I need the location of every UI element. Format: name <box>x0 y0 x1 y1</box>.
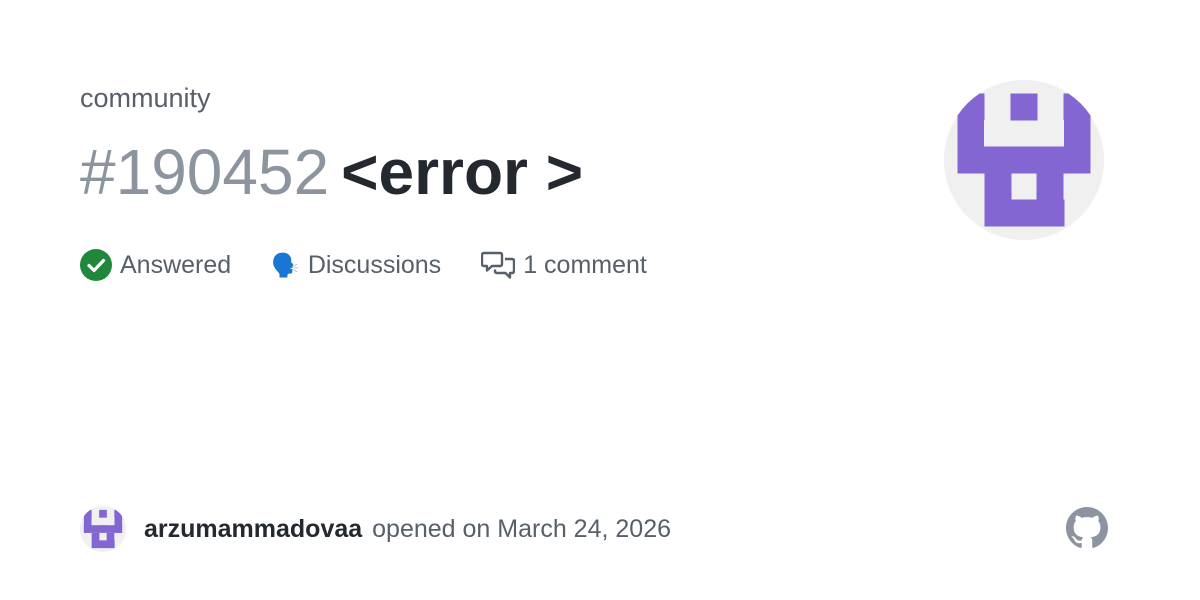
repo-name[interactable]: community <box>80 80 211 116</box>
status-badge: Answered <box>80 249 231 281</box>
author-name[interactable]: arzumammadovaa <box>144 515 362 544</box>
comment-discussion-icon <box>481 250 516 280</box>
footer: arzumammadovaa opened on March 24, 2026 <box>80 506 671 552</box>
comment-count-label: 1 comment <box>523 250 647 279</box>
discussion-number: #190452 <box>80 136 330 208</box>
discussion-meta: Answered 🗣️ Discussions 1 comment <box>80 246 687 284</box>
status-label: Answered <box>120 250 232 279</box>
check-circle-icon <box>80 249 112 281</box>
comment-count[interactable]: 1 comment <box>481 250 647 280</box>
opened-date: opened on March 24, 2026 <box>372 514 671 543</box>
discussion-title: #190452 <error > <box>80 132 900 212</box>
category-label: Discussions <box>307 250 442 279</box>
speaking-head-emoji-icon: 🗣️ <box>271 251 300 278</box>
social-card: community #190452 <error > Answered 🗣️ Di… <box>0 0 1200 600</box>
category[interactable]: 🗣️ Discussions <box>271 251 441 280</box>
github-icon[interactable] <box>1066 507 1108 549</box>
author-avatar-large <box>944 80 1104 240</box>
discussion-title-text: <error > <box>341 136 584 208</box>
author-avatar-small[interactable] <box>80 506 126 552</box>
